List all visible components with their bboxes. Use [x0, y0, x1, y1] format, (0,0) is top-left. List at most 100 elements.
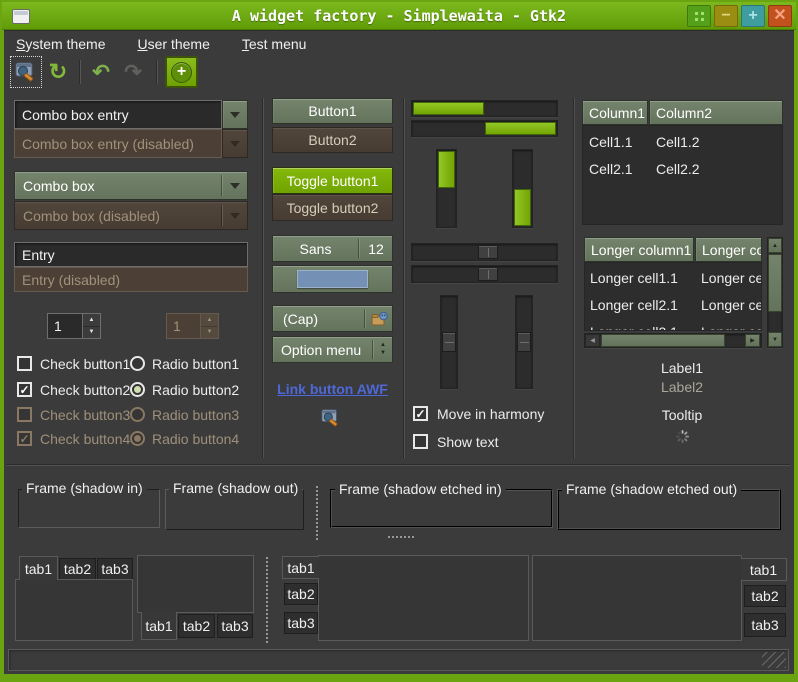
resize-grip[interactable] [762, 652, 786, 668]
frame-label: Frame (shadow etched out) [562, 481, 741, 497]
spin-down-icon: ▼ [207, 329, 213, 335]
combo-box[interactable]: Combo box [14, 171, 248, 200]
move-in-harmony-checkbox[interactable]: ✓ [413, 406, 428, 421]
close-button[interactable]: ✕ [768, 5, 792, 27]
checkbox-2[interactable]: ✓ [17, 382, 32, 397]
entry-field[interactable]: Entry [14, 242, 248, 267]
radio-1[interactable] [130, 356, 145, 371]
notebook1-tab3[interactable]: tab3 [97, 558, 133, 580]
link-button[interactable]: Link button AWF [272, 381, 393, 397]
notebook2-body [137, 555, 254, 613]
table1-body[interactable]: Cell1.1 Cell1.2 Cell2.1 Cell2.2 [582, 125, 783, 225]
scale-handle[interactable] [478, 245, 498, 259]
show-text-row: Show text [411, 434, 571, 451]
table2-header-column1[interactable]: Longer column1 [584, 237, 694, 262]
show-text-checkbox[interactable] [413, 434, 428, 449]
scale-handle[interactable] [442, 332, 456, 352]
menu-system-theme[interactable]: System theme [14, 34, 107, 54]
close-icon: ✕ [773, 8, 786, 24]
spin-up-button[interactable]: ▲ [83, 314, 100, 327]
notebook4-tab3[interactable]: tab3 [744, 613, 786, 637]
font-button[interactable]: Sans 12 [272, 235, 393, 262]
shade-button[interactable] [687, 5, 711, 27]
check-radio-row: Check button3 Radio button3 [14, 407, 259, 424]
table2-body[interactable]: Longer cell1.1 Longer cell1.2 Longer cel… [584, 262, 762, 331]
scale-vertical-2[interactable] [515, 295, 533, 389]
label1: Label1 [582, 360, 782, 376]
menu-test-menu[interactable]: Test menu [240, 34, 309, 54]
scale-handle[interactable] [478, 267, 498, 281]
color-button[interactable] [272, 265, 393, 293]
table-cell[interactable]: Longer cell1.1 [590, 270, 678, 286]
table-cell[interactable]: Longer cell2.1 [590, 297, 678, 313]
table1-header-column2[interactable]: Column2 [649, 100, 783, 125]
awf-icon [15, 60, 37, 85]
toolbar-separator [79, 60, 81, 84]
table-cell[interactable]: Cell1.2 [656, 134, 700, 150]
notebook2-tab1[interactable]: tab1 [141, 612, 177, 640]
undo-button[interactable]: ↶ [87, 58, 115, 86]
radio-2[interactable] [130, 382, 145, 397]
awf-tool-button[interactable] [12, 58, 40, 86]
table-cell[interactable]: Longer cell3.1 [590, 324, 678, 331]
table2-header-column2[interactable]: Longer column2 [695, 237, 762, 262]
titlebar[interactable]: A widget factory - Simplewaita - Gtk2 − … [2, 2, 796, 30]
combo-box-entry[interactable]: Combo box entry [14, 100, 222, 129]
check-radio-row: ✓ Check button4 Radio button4 [14, 431, 259, 448]
scale-horizontal-1[interactable] [411, 243, 558, 261]
combo-box-entry-disabled-arrow-button [222, 129, 248, 158]
notebook1-tab2[interactable]: tab2 [59, 558, 96, 580]
button1[interactable]: Button1 [272, 98, 393, 124]
color-swatch [297, 270, 368, 288]
refresh-button[interactable]: ↻ [44, 58, 72, 86]
vertical-scrollbar[interactable]: ▲ ▼ [767, 237, 783, 348]
scrollbar-thumb[interactable] [601, 334, 725, 347]
notebook2-tab2[interactable]: tab2 [178, 614, 215, 638]
checkbox-1[interactable] [17, 356, 32, 371]
up-down-arrows-icon: ▲▼ [374, 342, 392, 358]
spin-up-button: ▲ [201, 314, 218, 327]
scroll-right-button[interactable]: ▶ [745, 334, 760, 347]
table-cell[interactable]: Cell2.2 [656, 161, 700, 177]
table1-header-column1[interactable]: Column1 [582, 100, 648, 125]
scale-vertical-1[interactable] [440, 295, 458, 389]
add-button[interactable]: + [165, 56, 198, 88]
checkbox-3-label: Check button3 [40, 407, 130, 423]
table-cell[interactable]: Longer cell1.2 [701, 270, 762, 286]
horizontal-scrollbar[interactable]: ◀ ▶ [584, 333, 762, 348]
cap-button[interactable]: (Cap) [272, 305, 393, 332]
option-menu[interactable]: Option menu ▲▼ [272, 336, 393, 363]
scrollbar-thumb[interactable] [768, 254, 782, 312]
minimize-button[interactable]: − [714, 5, 738, 27]
menu-user-theme[interactable]: User theme [135, 34, 211, 54]
spin-down-button[interactable]: ▼ [83, 327, 100, 339]
table-cell[interactable]: Cell2.1 [589, 161, 633, 177]
toggle-button1[interactable]: Toggle button1 [272, 167, 393, 194]
notebook3-tab3[interactable]: tab3 [284, 612, 318, 634]
notebook3-tab1[interactable]: tab1 [282, 556, 319, 579]
table-cell[interactable]: Longer cell2.2 [701, 297, 762, 313]
scroll-up-button[interactable]: ▲ [768, 238, 782, 253]
progress-bar-horizontal-1 [411, 100, 558, 117]
notebook1-tab1[interactable]: tab1 [19, 556, 58, 580]
scale-handle[interactable] [517, 332, 531, 352]
chevron-down-icon [230, 141, 240, 147]
scale-horizontal-2[interactable] [411, 265, 558, 283]
notebook4-tab1[interactable]: tab1 [741, 558, 787, 581]
spin-button[interactable]: 1 ▲ ▼ [47, 313, 101, 339]
notebook4-tab2[interactable]: tab2 [744, 585, 786, 607]
table-cell[interactable]: Cell1.1 [589, 134, 633, 150]
combo-box-entry-arrow-button[interactable] [222, 100, 248, 129]
scroll-up-icon: ▲ [772, 243, 778, 249]
maximize-button[interactable]: + [741, 5, 765, 27]
scroll-down-button[interactable]: ▼ [768, 332, 782, 347]
checkbox-1-label: Check button1 [40, 356, 130, 372]
progress-bar-vertical-1 [436, 149, 457, 228]
notebook2-tab3[interactable]: tab3 [217, 614, 253, 638]
checkbox-2-label: Check button2 [40, 382, 130, 398]
table-cell[interactable]: Longer cell3.2 [701, 324, 762, 331]
notebook4-body [532, 555, 742, 641]
notebook3-tab2[interactable]: tab2 [284, 583, 318, 605]
window-title: A widget factory - Simplewaita - Gtk2 [2, 7, 796, 25]
scroll-left-button[interactable]: ◀ [585, 334, 600, 347]
